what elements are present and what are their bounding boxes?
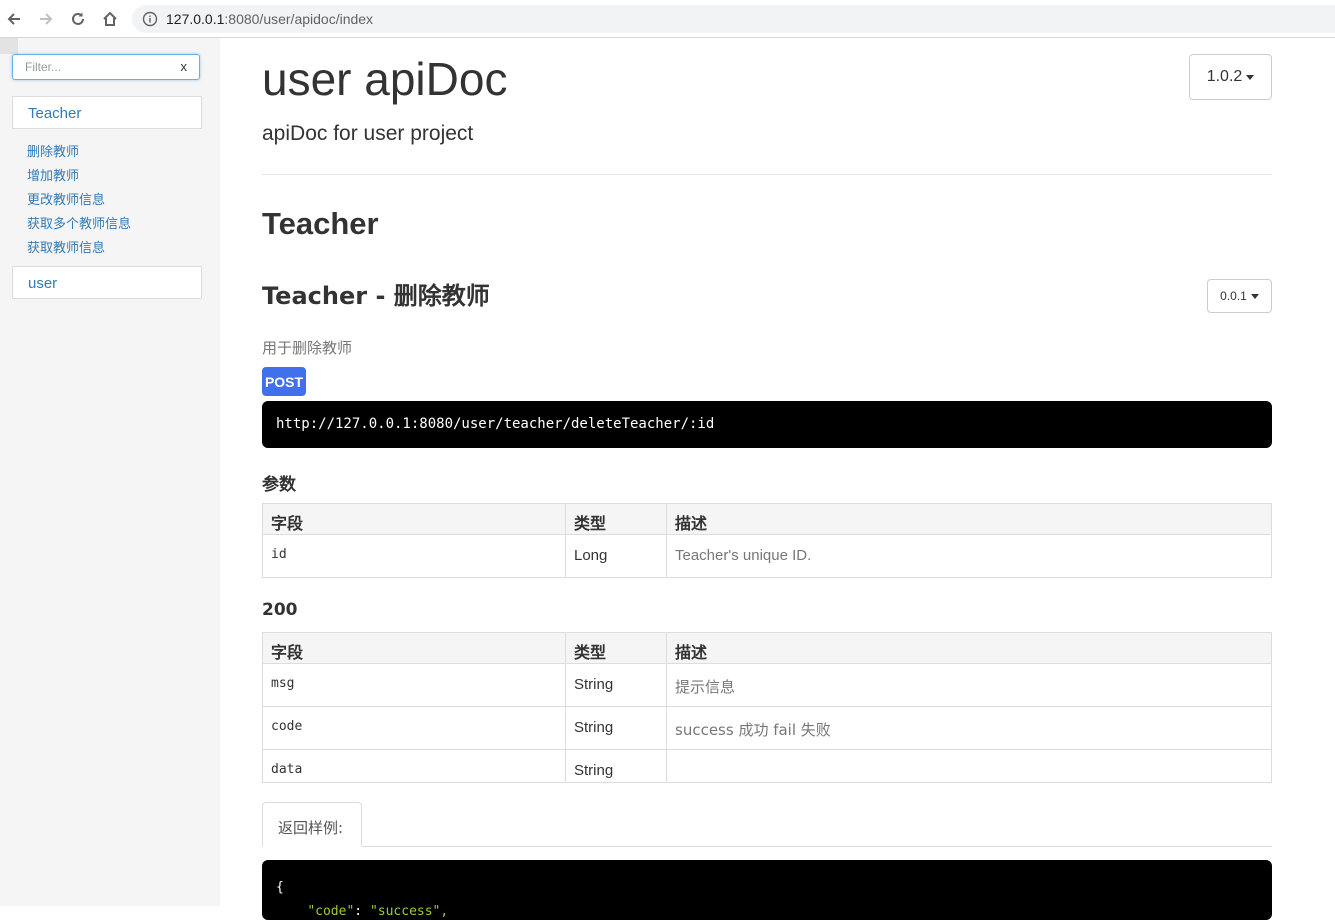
- filter-input[interactable]: [13, 55, 163, 79]
- main-content: user apiDoc apiDoc for user project 1.0.…: [262, 38, 1272, 920]
- success-table: 字段 类型 描述 msg String 提示信息 code String suc…: [262, 632, 1272, 783]
- url-text: 127.0.0.1:8080/user/apidoc/index: [166, 11, 374, 27]
- filter-box: x: [12, 54, 200, 80]
- home-icon[interactable]: [99, 8, 121, 30]
- response-example-code: { "code": "success",: [262, 860, 1272, 920]
- param-type: Long: [565, 534, 667, 578]
- success-field: msg: [262, 663, 566, 707]
- project-version-dropdown[interactable]: 1.0.2: [1189, 54, 1272, 100]
- code-value: "success",: [369, 904, 449, 919]
- success-desc: 提示信息: [666, 663, 1272, 707]
- code-sep: :: [354, 904, 370, 919]
- param-desc: Teacher's unique ID.: [666, 534, 1272, 578]
- info-icon[interactable]: [142, 11, 158, 27]
- browser-toolbar: 127.0.0.1:8080/user/apidoc/index: [0, 0, 1335, 38]
- code-line: {: [276, 880, 284, 895]
- api-version-label: 0.0.1: [1220, 289, 1247, 303]
- header-desc: 描述: [666, 503, 1272, 535]
- table-row: id Long Teacher's unique ID.: [262, 534, 1272, 578]
- success-type: String: [565, 706, 667, 750]
- caret-down-icon: [1250, 293, 1259, 299]
- sidebar-link-list-teachers[interactable]: 获取多个教师信息: [27, 213, 131, 232]
- api-version-dropdown[interactable]: 0.0.1: [1207, 279, 1272, 313]
- back-arrow-icon[interactable]: [3, 8, 25, 30]
- project-subtitle: apiDoc for user project: [262, 122, 474, 145]
- header-field: 字段: [262, 503, 566, 535]
- sidebar-link-delete-teacher[interactable]: 删除教师: [27, 141, 79, 160]
- sidebar-group-user[interactable]: user: [12, 266, 202, 299]
- sidebar-link-get-teacher[interactable]: 获取教师信息: [27, 237, 105, 256]
- success-title: 200: [262, 600, 298, 620]
- group-title: Teacher: [262, 206, 379, 241]
- api-title: Teacher - 删除教师: [262, 282, 490, 310]
- sidebar-link-add-teacher[interactable]: 增加教师: [27, 165, 79, 184]
- caret-down-icon: [1246, 74, 1255, 80]
- project-title: user apiDoc: [262, 53, 508, 105]
- sidebar-link-update-teacher[interactable]: 更改教师信息: [27, 189, 105, 208]
- divider: [262, 174, 1272, 175]
- api-description: 用于删除教师: [262, 339, 353, 357]
- project-version-label: 1.0.2: [1206, 68, 1243, 85]
- param-field: id: [262, 534, 566, 578]
- method-badge: POST: [262, 367, 306, 396]
- reload-icon[interactable]: [67, 8, 89, 30]
- table-row: msg String 提示信息: [262, 663, 1272, 707]
- header-type: 类型: [565, 503, 667, 535]
- header-desc: 描述: [666, 632, 1272, 664]
- success-desc: [666, 749, 1272, 783]
- table-row: code String success 成功 fail 失败: [262, 706, 1272, 750]
- code-key: "code": [307, 904, 355, 919]
- success-desc: success 成功 fail 失败: [666, 706, 1272, 750]
- tab-response-example[interactable]: 返回样例:: [262, 802, 362, 847]
- table-header-row: 字段 类型 描述: [262, 503, 1272, 535]
- sidebar-group-teacher[interactable]: Teacher: [12, 96, 202, 129]
- sidebar-toggle[interactable]: [0, 38, 18, 54]
- success-field: data: [262, 749, 566, 783]
- address-bar[interactable]: 127.0.0.1:8080/user/apidoc/index: [132, 5, 1335, 33]
- header-type: 类型: [565, 632, 667, 664]
- table-header-row: 字段 类型 描述: [262, 632, 1272, 664]
- params-table: 字段 类型 描述 id Long Teacher's unique ID.: [262, 503, 1272, 578]
- filter-clear-button[interactable]: x: [181, 59, 188, 74]
- example-tabs: 返回样例:: [262, 802, 1272, 847]
- success-type: String: [565, 663, 667, 707]
- table-row: data String: [262, 749, 1272, 783]
- sidebar: x Teacher 删除教师 增加教师 更改教师信息 获取多个教师信息 获取教师…: [0, 38, 220, 906]
- api-url: http://127.0.0.1:8080/user/teacher/delet…: [262, 401, 1272, 448]
- header-field: 字段: [262, 632, 566, 664]
- success-type: String: [565, 749, 667, 783]
- success-field: code: [262, 706, 566, 750]
- forward-arrow-icon[interactable]: [35, 8, 57, 30]
- params-title: 参数: [262, 475, 296, 495]
